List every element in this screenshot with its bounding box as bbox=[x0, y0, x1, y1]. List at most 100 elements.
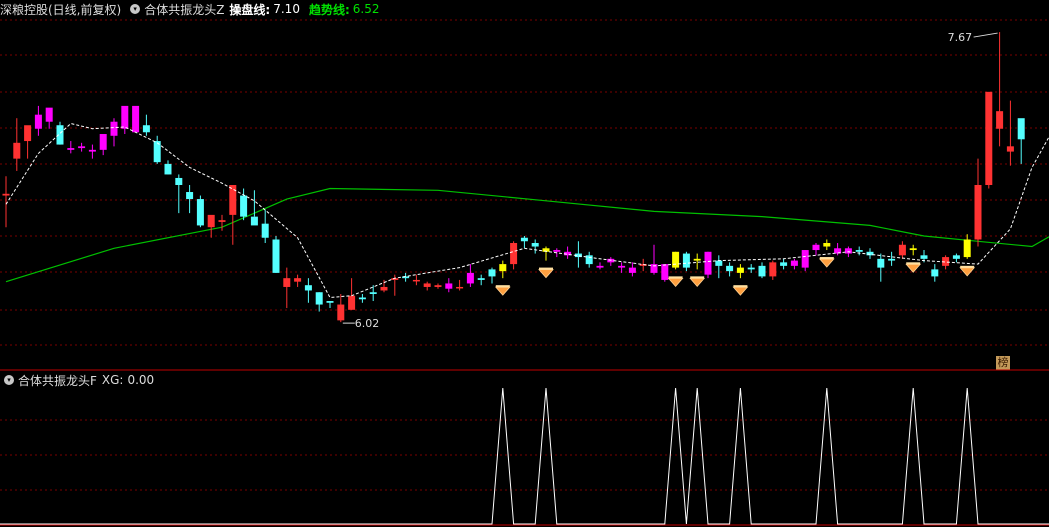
candle-body bbox=[412, 279, 420, 282]
candle-body bbox=[434, 285, 442, 287]
indicator-name[interactable]: 合体共振龙头Z bbox=[144, 1, 224, 18]
candle-body bbox=[607, 258, 615, 263]
diamond-icon bbox=[494, 286, 511, 296]
candle-body bbox=[715, 260, 723, 266]
candle-body bbox=[726, 265, 734, 272]
candle-body bbox=[121, 105, 129, 129]
diamond-icon bbox=[667, 277, 684, 287]
candle-body bbox=[250, 216, 258, 226]
chevron-down-icon[interactable]: ▾ bbox=[130, 4, 141, 14]
candle-body bbox=[56, 125, 64, 145]
sub-indicator-name[interactable]: 合体共振龙头F bbox=[18, 372, 97, 389]
candle-body bbox=[229, 185, 237, 215]
diamond-icon bbox=[732, 286, 749, 296]
candle-body bbox=[574, 253, 582, 258]
candle-body bbox=[88, 149, 96, 152]
candle-body bbox=[866, 251, 874, 256]
candle-body bbox=[218, 220, 226, 222]
candle-body bbox=[758, 265, 766, 277]
diamond-top bbox=[960, 265, 975, 268]
diamond-icon bbox=[905, 263, 922, 273]
candle-body bbox=[780, 262, 788, 266]
cao-label: 操盘线: bbox=[229, 2, 271, 17]
candle-body bbox=[391, 278, 399, 280]
candle-body bbox=[736, 267, 744, 273]
candle-body bbox=[996, 111, 1004, 129]
candle-body bbox=[466, 272, 474, 284]
candle-body bbox=[510, 243, 518, 265]
candle-body bbox=[1006, 146, 1014, 152]
candle-body bbox=[704, 251, 712, 275]
candle-body bbox=[769, 262, 777, 277]
candle-body bbox=[24, 125, 32, 142]
candle-body bbox=[628, 267, 636, 273]
candle-body bbox=[596, 265, 604, 268]
candle-body bbox=[834, 248, 842, 254]
candle-body bbox=[520, 237, 528, 242]
sub-chart-header: ▾ 合体共振龙头F XG: 0.00 bbox=[0, 372, 154, 388]
kline-chart[interactable]: 7.67 6.02 bbox=[0, 0, 1049, 527]
xg-value: 0.00 bbox=[127, 373, 155, 387]
xg-line bbox=[0, 387, 1049, 525]
candle-body bbox=[153, 141, 161, 163]
candle-body bbox=[456, 286, 464, 289]
trend-value: 6.52 bbox=[352, 2, 380, 16]
candle-body bbox=[661, 264, 669, 280]
diamond-top bbox=[906, 262, 921, 265]
candle-body bbox=[931, 269, 939, 277]
candle-body bbox=[747, 267, 755, 270]
rank-badge[interactable]: 榜 bbox=[996, 356, 1010, 370]
chevron-down-icon[interactable]: ▾ bbox=[4, 375, 14, 385]
candle-body bbox=[844, 248, 852, 254]
candle-body bbox=[801, 250, 809, 268]
candle-body bbox=[164, 163, 172, 175]
candle-body bbox=[855, 250, 863, 252]
xg-label: XG: bbox=[101, 373, 124, 387]
candle-body bbox=[952, 255, 960, 259]
candle-body bbox=[898, 244, 906, 256]
candle-body bbox=[672, 251, 680, 268]
candle-body bbox=[974, 185, 982, 240]
candle-body bbox=[823, 243, 831, 247]
candle-body bbox=[99, 134, 107, 150]
candle-body bbox=[445, 283, 453, 289]
candle-body bbox=[542, 248, 550, 252]
candle-body bbox=[942, 257, 950, 266]
candle-body bbox=[650, 264, 658, 273]
diamond-icon bbox=[538, 269, 554, 279]
candle-body bbox=[963, 239, 971, 258]
candle-body bbox=[67, 148, 75, 150]
diamond-icon bbox=[818, 258, 835, 268]
candle-body bbox=[909, 248, 917, 251]
candle-body bbox=[402, 276, 410, 279]
candle-body bbox=[13, 142, 21, 159]
max-label: 7.67 bbox=[948, 31, 973, 44]
candle-body bbox=[326, 301, 334, 303]
candle-body bbox=[380, 286, 388, 291]
candle-body bbox=[261, 223, 269, 238]
candle-body bbox=[132, 105, 140, 133]
candle-body bbox=[315, 292, 323, 305]
candle-body bbox=[240, 195, 248, 217]
candle-body bbox=[369, 292, 377, 294]
stock-title[interactable]: 深粮控股(日线,前复权) bbox=[0, 1, 121, 18]
cao-value: 7.10 bbox=[273, 2, 300, 16]
candle-body bbox=[693, 258, 701, 261]
candle-body bbox=[488, 269, 496, 277]
candle-body bbox=[283, 278, 291, 287]
candle-body bbox=[34, 114, 42, 129]
candle-body bbox=[45, 107, 53, 122]
candle-body bbox=[1017, 118, 1025, 140]
diamond-top bbox=[690, 276, 705, 279]
candle-body bbox=[142, 125, 150, 133]
candle-body bbox=[358, 297, 366, 300]
candle-body bbox=[78, 146, 86, 149]
candle-body bbox=[499, 264, 507, 272]
cao-line bbox=[5, 122, 1049, 299]
min-label: 6.02 bbox=[355, 317, 380, 330]
diamond-top bbox=[539, 267, 553, 270]
candle-body bbox=[585, 255, 593, 265]
candle-body bbox=[348, 295, 356, 310]
candle-body bbox=[553, 250, 561, 252]
diamond-icon bbox=[959, 267, 976, 277]
